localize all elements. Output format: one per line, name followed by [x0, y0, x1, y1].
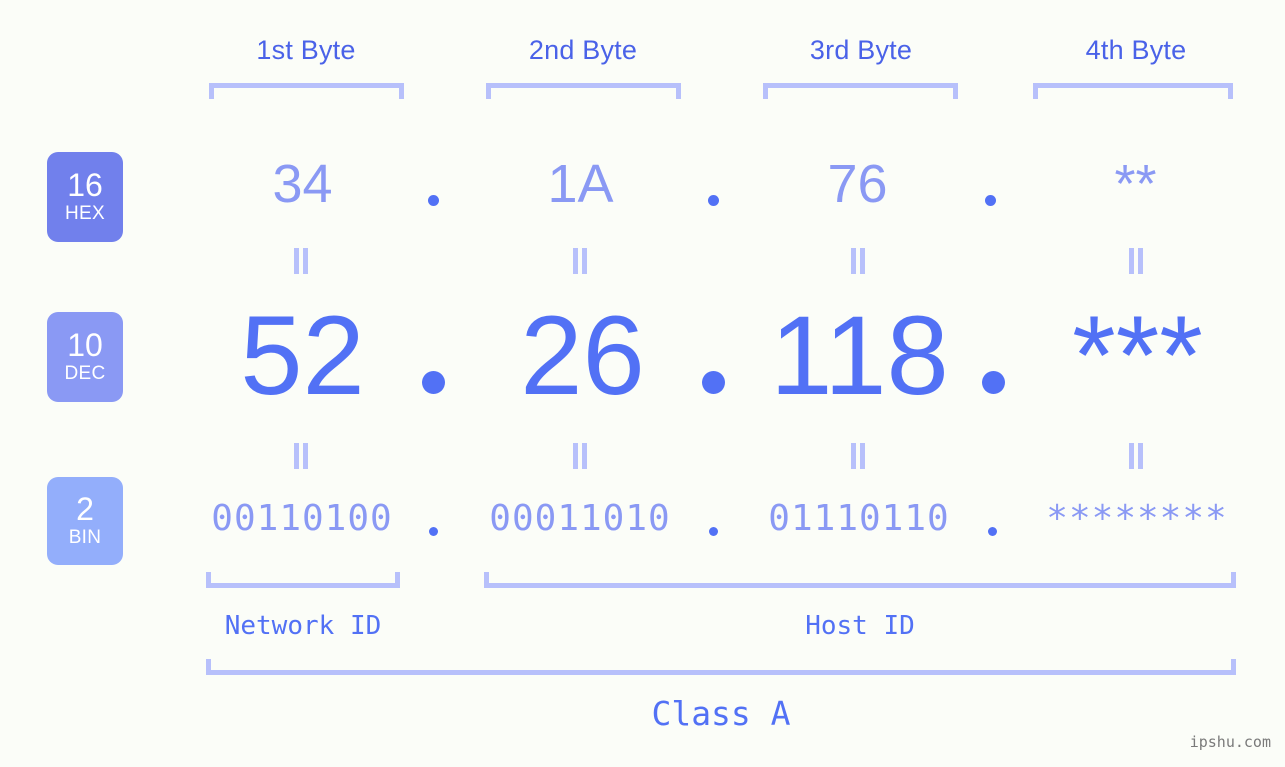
base-badge-hex-number: 16: [67, 167, 103, 204]
dec-separator-dot-1: [422, 371, 445, 394]
byte-bracket-top-2: [486, 83, 681, 99]
dec-byte-1: 52: [240, 293, 365, 418]
equality-mark-hex-dec-4: [1126, 248, 1146, 274]
dec-byte-4: ***: [1072, 293, 1203, 418]
byte-header-4: 4th Byte: [1085, 35, 1187, 65]
dec-byte-3: 118: [770, 293, 949, 418]
byte-header-1: 1st Byte: [256, 35, 356, 65]
byte-bracket-top-3: [763, 83, 958, 99]
hex-separator-dot-3: [985, 195, 996, 206]
host-id-label: Host ID: [805, 611, 915, 641]
base-badge-bin-label: BIN: [68, 526, 102, 548]
base-badge-bin-number: 2: [76, 491, 94, 528]
equality-mark-hex-dec-2: [570, 248, 590, 274]
hex-separator-dot-2: [708, 195, 719, 206]
network-id-bracket: [206, 572, 400, 588]
equality-mark-hex-dec-3: [848, 248, 868, 274]
bin-byte-4: ********: [1046, 498, 1228, 539]
bin-separator-dot-1: [429, 527, 438, 536]
dec-separator-dot-3: [982, 371, 1005, 394]
base-badge-dec-label: DEC: [64, 362, 106, 384]
class-bracket: [206, 659, 1236, 675]
base-badge-bin: 2 BIN: [47, 477, 123, 565]
site-watermark: ipshu.com: [1189, 733, 1271, 751]
equality-mark-dec-bin-2: [570, 443, 590, 469]
equality-mark-dec-bin-1: [291, 443, 311, 469]
hex-separator-dot-1: [428, 195, 439, 206]
base-badge-dec: 10 DEC: [47, 312, 123, 402]
equality-mark-dec-bin-4: [1126, 443, 1146, 469]
dec-separator-dot-2: [702, 371, 725, 394]
byte-bracket-top-4: [1033, 83, 1233, 99]
class-label: Class A: [651, 694, 791, 733]
base-badge-hex: 16 HEX: [47, 152, 123, 242]
equality-mark-hex-dec-1: [291, 248, 311, 274]
bin-byte-2: 00011010: [489, 498, 671, 539]
bin-byte-1: 00110100: [211, 498, 393, 539]
equality-mark-dec-bin-3: [848, 443, 868, 469]
byte-header-2: 2nd Byte: [528, 35, 638, 65]
ip-breakdown-diagram: 1st Byte 2nd Byte 3rd Byte 4th Byte 16 H…: [0, 0, 1285, 767]
hex-byte-4: **: [1114, 154, 1157, 214]
hex-byte-2: 1A: [547, 154, 614, 214]
byte-header-3: 3rd Byte: [809, 35, 913, 65]
byte-bracket-top-1: [209, 83, 404, 99]
bin-byte-3: 01110110: [768, 498, 950, 539]
dec-byte-2: 26: [520, 293, 645, 418]
bin-separator-dot-3: [988, 527, 997, 536]
host-id-bracket: [484, 572, 1236, 588]
base-badge-hex-label: HEX: [65, 202, 105, 224]
base-badge-dec-number: 10: [67, 327, 103, 364]
hex-byte-1: 34: [272, 154, 333, 214]
bin-separator-dot-2: [709, 527, 718, 536]
network-id-label: Network ID: [224, 611, 382, 641]
hex-byte-3: 76: [827, 154, 888, 214]
